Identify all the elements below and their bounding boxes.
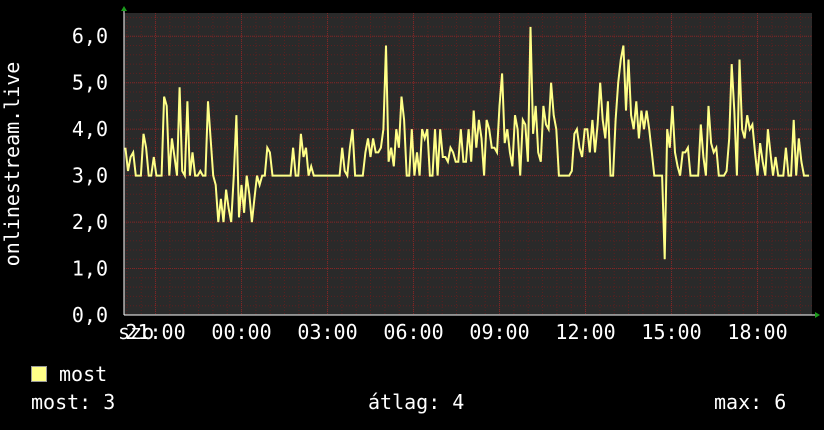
legend: most [31,362,107,386]
stat-current: most: 3 [31,390,116,414]
x-tick-label: 21:00 [125,320,185,344]
y-tick-label: 5,0 [72,71,108,95]
y-tick-label: 6,0 [72,24,108,48]
y-tick-label: 1,0 [72,257,108,281]
stat-max: max: 6 [714,390,787,414]
x-tick-label: 03:00 [297,320,357,344]
legend-label-most: most [59,362,108,386]
y-tick-label: 3,0 [72,164,108,188]
legend-swatch-most [31,366,47,382]
y-tick-label: 0,0 [72,303,108,327]
x-tick-label: 12:00 [555,320,615,344]
x-tick-label: 18:00 [727,320,787,344]
x-tick-label: 09:00 [469,320,529,344]
y-axis-label: onlinestream.live [0,62,24,267]
x-tick-label: 15:00 [641,320,701,344]
x-tick-label: 00:00 [211,320,271,344]
y-tick-label: 4,0 [72,117,108,141]
stat-average: átlag: 4 [368,390,465,414]
chart: 0,01,02,03,04,05,06,0 szo21:00 00:00 03:00… [0,0,824,360]
x-tick-label: 06:00 [383,320,443,344]
y-tick-label: 2,0 [72,210,108,234]
